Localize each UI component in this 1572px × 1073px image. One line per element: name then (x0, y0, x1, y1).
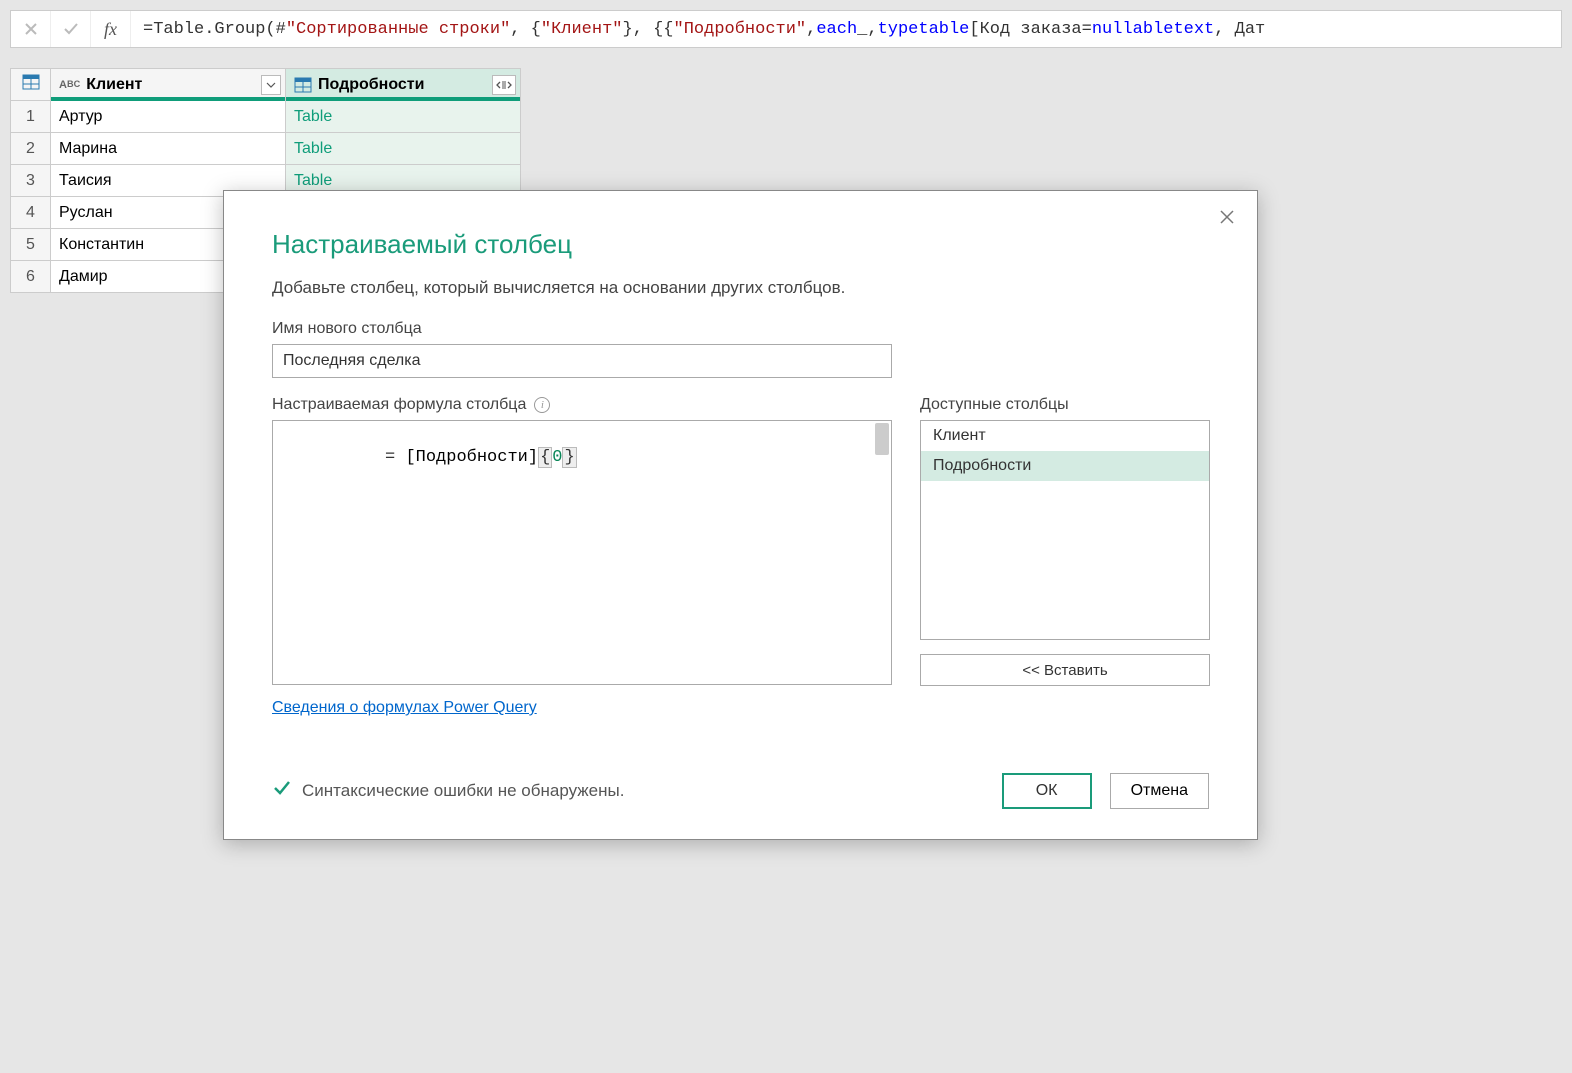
table-row[interactable]: 2 Марина Table (11, 133, 521, 165)
tok-num: 0 (552, 448, 562, 467)
cell-client[interactable]: Марина (51, 133, 286, 165)
status-text: Синтаксические ошибки не обнаружены. (302, 781, 624, 801)
cancel-button[interactable]: Отмена (1110, 773, 1209, 809)
confirm-formula-button[interactable] (51, 11, 91, 47)
table-icon (22, 74, 40, 90)
formula-editor[interactable]: = [Подробности]{0} (272, 420, 892, 685)
tok-eq: = (385, 448, 405, 467)
table-row[interactable]: 1 Артур Table (11, 101, 521, 133)
cancel-formula-button[interactable] (11, 11, 51, 47)
dialog-subtitle: Добавьте столбец, который вычисляется на… (272, 278, 1209, 298)
custom-column-dialog: Настраиваемый столбец Добавьте столбец, … (223, 190, 1258, 840)
column-header-details[interactable]: Подробности (286, 69, 521, 101)
scrollbar[interactable] (875, 423, 889, 455)
text-type-icon: ABC (59, 79, 80, 91)
available-item-client[interactable]: Клиент (921, 421, 1209, 451)
fx-icon: fx (104, 19, 117, 40)
column-header-client[interactable]: ABC Клиент (51, 69, 286, 101)
close-icon (1218, 208, 1236, 226)
expand-column-button[interactable] (492, 75, 516, 95)
tok-bracket: [ (405, 448, 415, 467)
row-number: 6 (11, 261, 51, 293)
column-details-label: Подробности (318, 76, 424, 94)
formula-sep1: , { (510, 20, 541, 39)
formula-each: each (816, 20, 857, 39)
formula-fn: Table.Group (153, 20, 265, 39)
insert-button[interactable]: << Вставить (920, 654, 1210, 686)
formula-texttype: text (1173, 20, 1214, 39)
formula-text[interactable]: = Table.Group (# "Сортированные строки" … (131, 11, 1561, 47)
available-item-details[interactable]: Подробности (921, 451, 1209, 481)
column-filter-button[interactable] (261, 75, 281, 95)
tok-brace: { (538, 447, 552, 468)
table-type-icon (294, 77, 312, 93)
formula-sep3: , (806, 20, 816, 39)
tok-field: Подробности (416, 448, 528, 467)
formula-sep2: }, {{ (623, 20, 674, 39)
formula-sep5: [Код заказа= (969, 20, 1091, 39)
formula-arg3: "Подробности" (674, 20, 807, 39)
row-number: 1 (11, 101, 51, 133)
close-button[interactable] (1213, 203, 1241, 231)
formula-nullable: nullable (1092, 20, 1174, 39)
formula-table: table (918, 20, 969, 39)
formula-label: Настраиваемая формула столбца i (272, 396, 892, 414)
expand-icon (496, 79, 512, 91)
row-number: 2 (11, 133, 51, 165)
available-columns-list[interactable]: Клиент Подробности (920, 420, 1210, 640)
column-client-label: Клиент (86, 76, 142, 94)
cell-details[interactable]: Table (286, 101, 521, 133)
column-name-label: Имя нового столбца (272, 320, 1209, 338)
formula-arg2: "Клиент" (541, 20, 623, 39)
ok-button[interactable]: ОК (1002, 773, 1092, 809)
formula-arg1: "Сортированные строки" (286, 20, 510, 39)
formula-open: (# (265, 20, 285, 39)
x-icon (23, 21, 39, 37)
formula-sep4: _, (857, 20, 877, 39)
cell-details[interactable]: Table (286, 133, 521, 165)
formula-bar: fx = Table.Group (# "Сортированные строк… (10, 10, 1562, 48)
available-columns-label: Доступные столбцы (920, 396, 1210, 414)
formula-eq: = (143, 20, 153, 39)
chevron-down-icon (266, 82, 276, 88)
dialog-title: Настраиваемый столбец (272, 229, 1209, 260)
check-icon (62, 20, 80, 38)
table-corner[interactable] (11, 69, 51, 101)
status-check-icon (272, 778, 292, 804)
tok-bracket: ] (528, 448, 538, 467)
row-number: 4 (11, 197, 51, 229)
cell-client[interactable]: Артур (51, 101, 286, 133)
formula-tail: , Дат (1214, 20, 1265, 39)
row-number: 3 (11, 165, 51, 197)
formula-type: type (878, 20, 919, 39)
info-icon[interactable]: i (534, 397, 550, 413)
formula-label-text: Настраиваемая формула столбца (272, 396, 526, 414)
fx-button[interactable]: fx (91, 11, 131, 47)
tok-brace: } (562, 447, 576, 468)
help-link[interactable]: Сведения о формулах Power Query (272, 699, 537, 717)
column-name-input[interactable] (272, 344, 892, 378)
row-number: 5 (11, 229, 51, 261)
